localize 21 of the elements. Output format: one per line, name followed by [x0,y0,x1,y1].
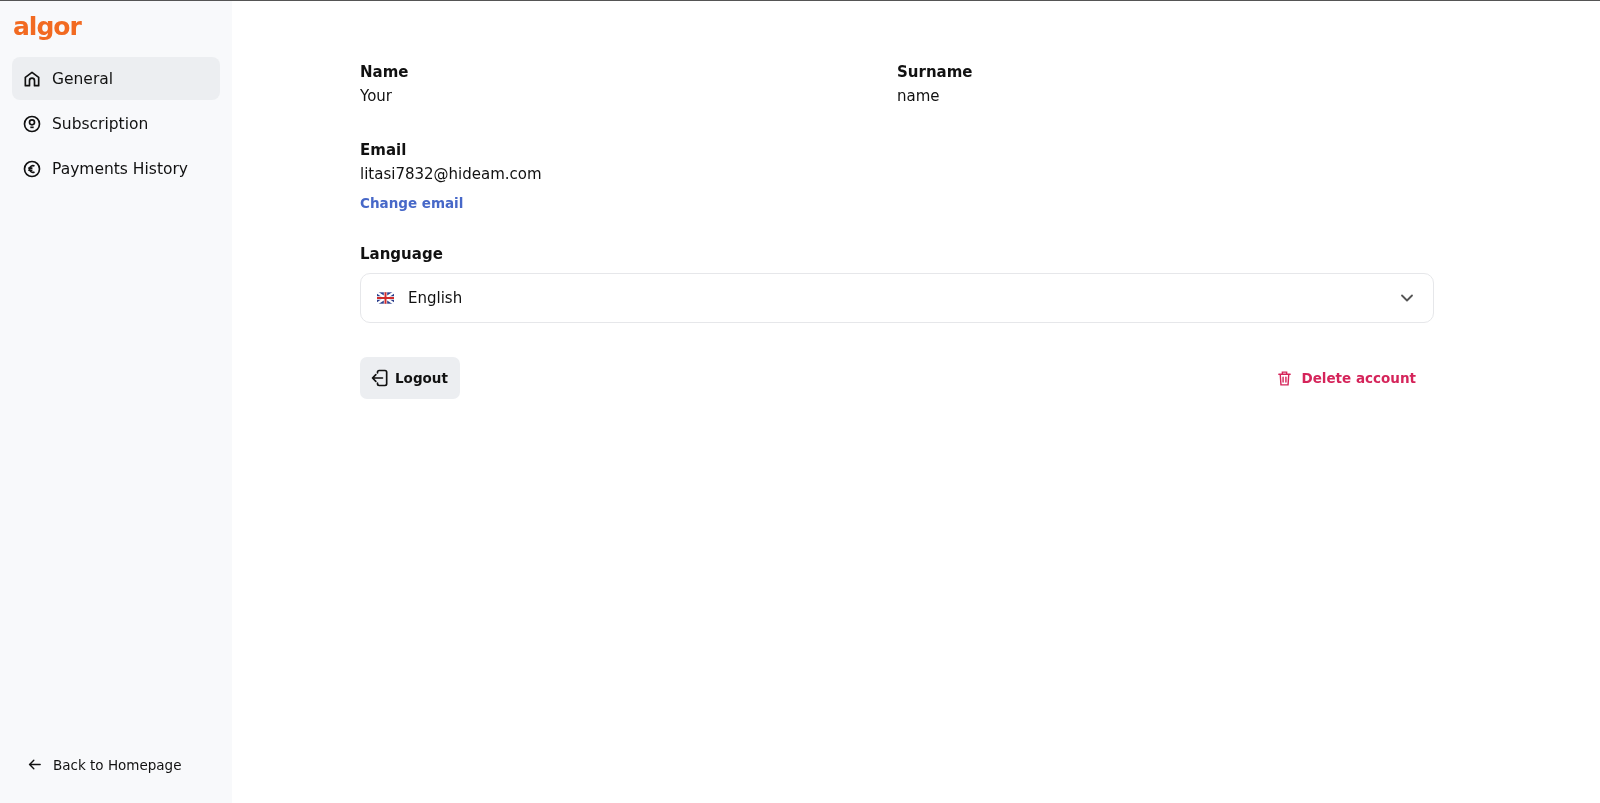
sidebar-item[interactable]: Subscription [12,102,220,145]
field-label: Name [360,63,409,81]
field-label: Surname [897,63,973,81]
field-label: Email [360,141,407,159]
logout-button[interactable]: Logout [360,357,460,399]
sidebar-item[interactable]: Payments History [12,147,220,190]
flag-icon [377,292,394,304]
email-value: litasi7832@hideam.com [360,165,542,183]
logout-icon [370,368,390,388]
euro-icon [22,158,42,179]
change-email-link[interactable]: Change email [360,195,464,211]
field-label: Language [360,245,443,263]
trash-icon [1276,369,1294,387]
delete-account-button[interactable]: Delete account [1270,368,1422,388]
back-link[interactable]: Back to Homepage [12,756,220,773]
field-value: Your [360,87,393,105]
field-value: name [897,87,940,105]
coin-icon [22,113,42,134]
language-select[interactable]: English [360,273,1434,323]
sidebar-item[interactable]: General [12,57,220,100]
logo: algor [12,13,83,41]
